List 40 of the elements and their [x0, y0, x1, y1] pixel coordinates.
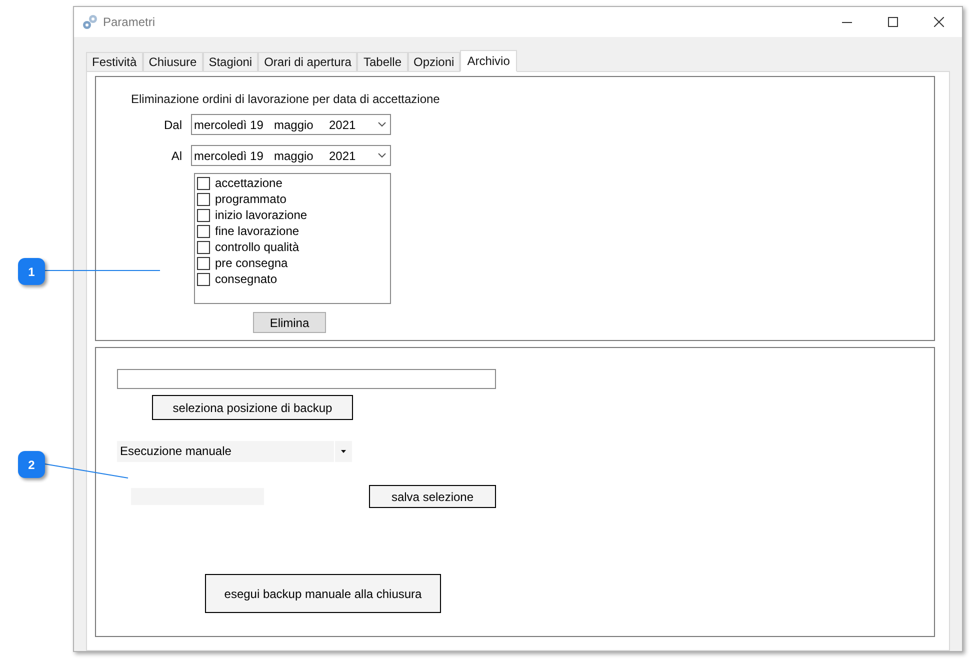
manual-backup-button[interactable]: esegui backup manuale alla chiusura [205, 574, 441, 613]
date-dropdown[interactable]: mercoledì 19 maggio 2021 [191, 145, 391, 166]
path-field[interactable] [117, 369, 496, 389]
checkbox[interactable] [197, 224, 210, 238]
checkbox-label: consegnato [215, 271, 278, 288]
tab[interactable]: Chiusure [142, 52, 203, 71]
checkbox-label: accettazione [215, 175, 282, 192]
tab[interactable]: Archivio [460, 50, 517, 72]
close-icon [934, 17, 944, 27]
section-title: Eliminazione ordini di lavorazione per data di accettazione [131, 91, 441, 108]
delete-button[interactable]: Elimina [253, 312, 326, 333]
chevron-down-icon [378, 153, 386, 158]
checkbox[interactable] [197, 176, 210, 190]
checkbox-label: programmato [215, 191, 286, 208]
checkbox-label: pre consegna [215, 255, 288, 272]
save-selection-button[interactable]: salva selezione [369, 485, 496, 508]
tab[interactable]: Stagioni [202, 52, 258, 71]
checkbox[interactable] [197, 240, 210, 254]
tab[interactable]: Festività [86, 52, 143, 71]
date-label: Dal [162, 116, 183, 134]
checkbox[interactable] [197, 272, 210, 286]
checkbox-label: controllo qualità [215, 239, 300, 256]
callout-badge: 2 [18, 451, 45, 478]
dropdown-arrow-icon [341, 450, 346, 453]
date-dropdown[interactable]: mercoledì 19 maggio 2021 [191, 114, 391, 135]
checkbox[interactable] [197, 208, 210, 222]
checkbox[interactable] [197, 256, 210, 270]
gears-icon [82, 14, 98, 30]
tab[interactable]: Tabelle [357, 52, 408, 71]
select-location-button[interactable]: seleziona posizione di backup [152, 395, 353, 420]
chevron-down-icon [378, 122, 386, 127]
maximize-icon [888, 17, 898, 27]
tab[interactable]: Orari di apertura [258, 52, 358, 71]
checkbox[interactable] [197, 192, 210, 206]
date-label: Al [170, 148, 183, 164]
callout-badge: 1 [18, 258, 45, 285]
checkbox-label: inizio lavorazione [215, 207, 308, 224]
tab[interactable]: Opzioni [408, 52, 460, 71]
window-title: Parametri [103, 14, 156, 31]
checkbox-label: fine lavorazione [215, 223, 300, 240]
